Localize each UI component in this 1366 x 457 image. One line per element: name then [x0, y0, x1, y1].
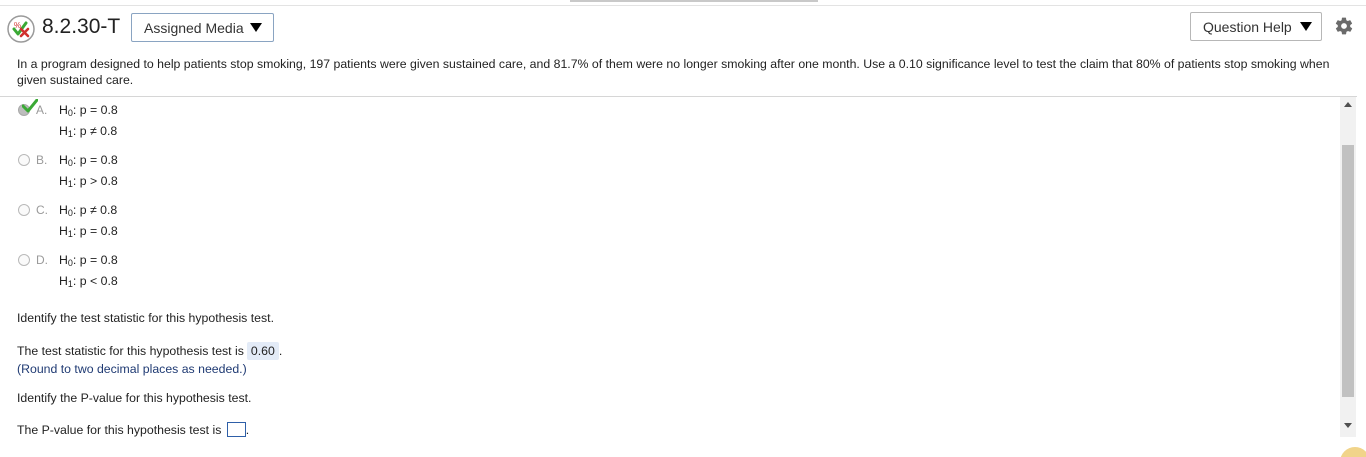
option-d[interactable]: D. H0: p = 0.8 H1: p < 0.8: [18, 253, 418, 297]
alt-hypothesis: H1: p < 0.8: [59, 274, 118, 289]
option-letter: A.: [36, 103, 48, 117]
partial-credit-icon: %: [7, 15, 35, 43]
chevron-down-icon: [249, 23, 262, 32]
rounding-hint: (Round to two decimal places as needed.): [17, 362, 247, 376]
alt-hypothesis: H1: p = 0.8: [59, 224, 118, 239]
question-header: % 8.2.30-T Assigned Media Question Help: [0, 8, 1366, 46]
problem-statement: In a program designed to help patients s…: [17, 57, 1330, 87]
help-bubble-icon[interactable]: [1340, 447, 1366, 457]
null-hypothesis: H0: p = 0.8: [59, 253, 118, 268]
assigned-media-button[interactable]: Assigned Media: [131, 13, 274, 42]
option-b[interactable]: B. H0: p = 0.8 H1: p > 0.8: [18, 153, 418, 197]
question-help-button[interactable]: Question Help: [1190, 12, 1322, 41]
option-letter: D.: [36, 253, 48, 267]
part2-prompt: Identify the test statistic for this hyp…: [17, 311, 274, 325]
part3-answer-line: The P-value for this hypothesis test is …: [17, 422, 249, 437]
scrollbar-thumb[interactable]: [1342, 145, 1354, 397]
null-hypothesis: H0: p = 0.8: [59, 153, 118, 168]
scroll-down-arrow-icon[interactable]: [1344, 423, 1352, 428]
assigned-media-label: Assigned Media: [144, 19, 244, 36]
divider: [0, 96, 1357, 97]
part3-prompt: Identify the P-value for this hypothesis…: [17, 391, 252, 405]
option-letter: B.: [36, 153, 48, 167]
radio-button[interactable]: [18, 204, 30, 216]
chevron-down-icon: [1299, 22, 1312, 31]
svg-text:%: %: [14, 21, 21, 30]
option-c[interactable]: C. H0: p ≠ 0.8 H1: p = 0.8: [18, 203, 418, 247]
radio-button[interactable]: [18, 154, 30, 166]
question-help-label: Question Help: [1203, 18, 1292, 35]
option-letter: C.: [36, 203, 48, 217]
scroll-up-arrow-icon[interactable]: [1344, 102, 1352, 107]
null-hypothesis: H0: p = 0.8: [59, 103, 118, 118]
alt-hypothesis: H1: p ≠ 0.8: [59, 124, 118, 139]
test-statistic-answer[interactable]: 0.60: [246, 342, 279, 360]
question-id: 8.2.30-T: [42, 15, 121, 38]
alt-hypothesis: H1: p > 0.8: [59, 174, 118, 189]
option-a[interactable]: A. H0: p = 0.8 H1: p ≠ 0.8: [18, 99, 418, 147]
top-border: [0, 5, 1366, 6]
part2-answer-suffix: .: [278, 344, 283, 358]
part3-answer-suffix: .: [245, 423, 250, 437]
gear-icon[interactable]: [1334, 16, 1354, 36]
top-tab-indicator: [570, 0, 818, 2]
part3-answer-prefix: The P-value for this hypothesis test is: [17, 423, 222, 437]
null-hypothesis: H0: p ≠ 0.8: [59, 203, 118, 218]
part2-answer-line: The test statistic for this hypothesis t…: [17, 342, 282, 360]
radio-button[interactable]: [18, 254, 30, 266]
part2-answer-prefix: The test statistic for this hypothesis t…: [17, 344, 244, 358]
p-value-input[interactable]: [226, 422, 246, 437]
